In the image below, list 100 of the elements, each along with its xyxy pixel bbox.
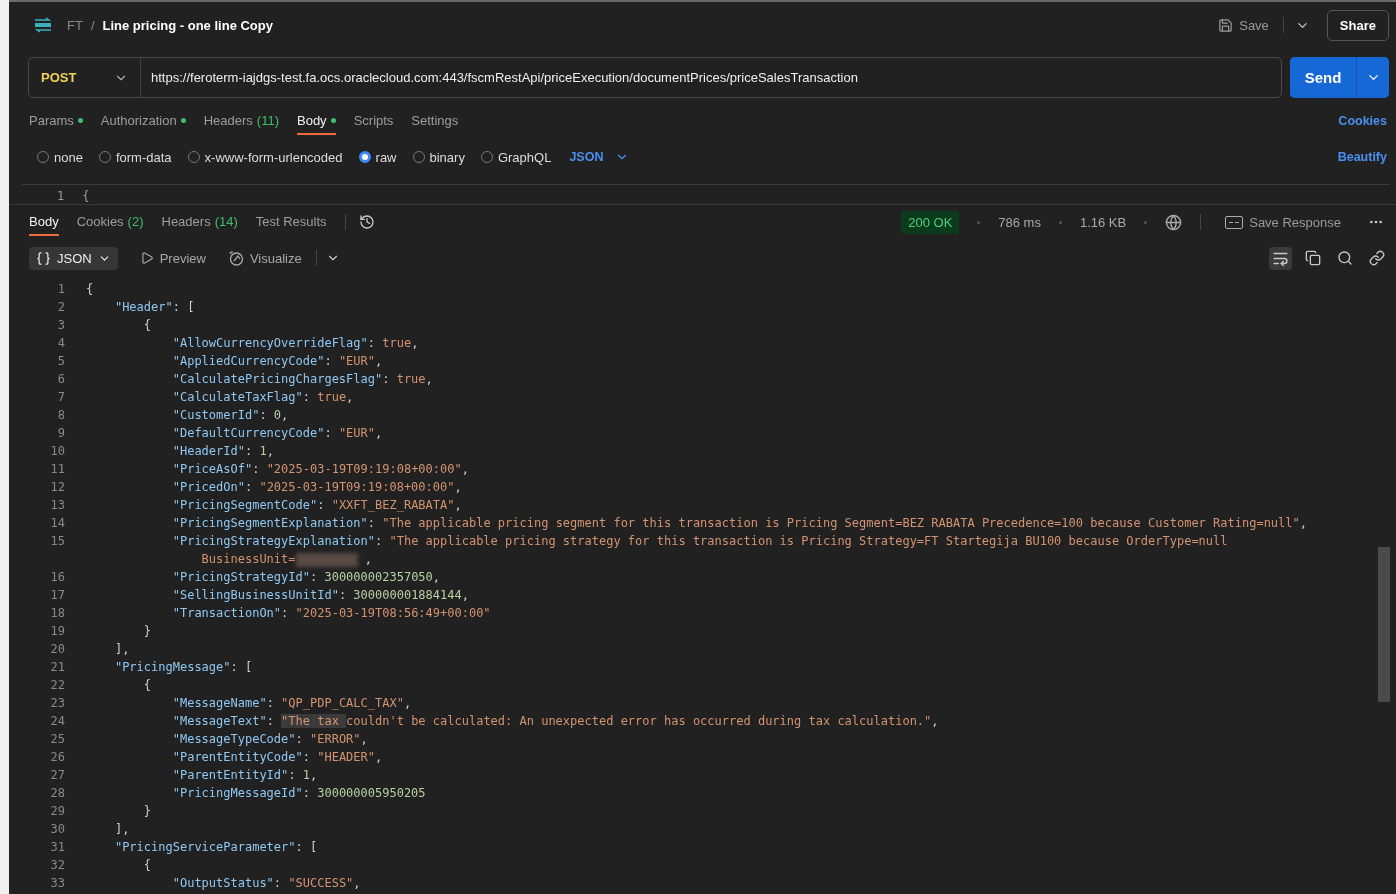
code-line: "TransactionOn": "2025-03-19T08:56:49+00:00" (171, 605, 491, 622)
line-number: 15 (49, 533, 65, 550)
save-response-button[interactable]: Save Response (1219, 210, 1347, 234)
line-number: 3 (56, 317, 65, 334)
beautify-link[interactable]: Beautify (1337, 150, 1387, 164)
line-number: 6 (56, 371, 65, 388)
request-title[interactable]: Line pricing - one line Copy (102, 17, 273, 33)
line-number: 11 (49, 461, 65, 478)
code-line: "AllowCurrencyOverrideFlag": true, (171, 335, 419, 352)
request-tab[interactable]: Authorization (100, 107, 186, 135)
line-number: 13 (49, 497, 65, 514)
code-line: "PricingSegmentExplanation": "The applicable pricing segment for this transaction is Pricing Segment=BEZ RABATA Precedence=100 because Customer Rating=null", (171, 515, 1307, 532)
cookies-link[interactable]: Cookies (1338, 114, 1387, 128)
redacted-value (295, 552, 358, 567)
code-line: } (142, 803, 152, 820)
line-number: 17 (49, 587, 65, 604)
line-number: 28 (49, 785, 65, 802)
line-number: 16 (49, 569, 65, 586)
example-icon (1225, 215, 1244, 229)
code-line: "CalculateTaxFlag": true, (171, 389, 354, 406)
code-line: "CalculatePricingChargesFlag": true, (171, 371, 433, 388)
share-button[interactable]: Share (1326, 9, 1389, 41)
http-request-icon (33, 17, 53, 33)
line-number: 18 (49, 605, 65, 622)
code-line: BusinessUnit= , (200, 551, 372, 568)
body-type-radio[interactable]: GraphQL (480, 149, 552, 165)
line-number: 25 (49, 731, 65, 748)
line-number: 20 (49, 641, 65, 658)
body-type-radio[interactable]: binary (412, 149, 465, 165)
code-line: "PriceAsOf": "2025-03-19T09:19:08+00:00", (171, 461, 469, 478)
code-line: ], (113, 821, 130, 838)
code-line: { (142, 857, 152, 874)
method-dropdown[interactable]: POST (29, 58, 141, 97)
code-line: { (86, 281, 94, 298)
play-icon (139, 251, 154, 265)
request-tab[interactable]: Body (297, 107, 336, 135)
response-tab[interactable]: Headers (14) (161, 208, 238, 236)
response-tab[interactable]: Cookies (2) (76, 208, 144, 236)
code-line: "Header": [ (113, 299, 195, 316)
line-number: 32 (49, 857, 65, 874)
line-number: 33 (49, 875, 65, 892)
line-number: 1 (57, 189, 65, 204)
line-number: 31 (49, 839, 65, 856)
request-tab[interactable]: Settings (411, 107, 459, 135)
code-line: "CustomerId": 0, (171, 407, 289, 424)
line-number: 10 (49, 443, 65, 460)
line-number: 21 (49, 659, 65, 676)
body-type-radio[interactable]: form-data (98, 149, 172, 165)
code-line: "ParentEntityId": 1, (171, 767, 318, 784)
code-line: "MessageText": "The tax couldn't be calculated: An unexpected error has occurred during tax calculation.", (171, 713, 939, 730)
body-type-radio[interactable]: none (37, 149, 83, 165)
line-number: 1 (56, 281, 65, 298)
line-number: 12 (49, 479, 65, 496)
globe-icon[interactable] (1165, 213, 1183, 231)
breadcrumb-separator: / (90, 17, 95, 33)
body-type-radio[interactable]: raw (358, 149, 397, 165)
line-number: 29 (49, 803, 65, 820)
visualize-icon (227, 250, 244, 266)
line-number: 30 (49, 821, 65, 838)
request-tab[interactable]: Scripts (353, 107, 394, 135)
url-bar[interactable]: POST https://feroterm-iajdgs-test.fa.ocs.oraclecloud.com:443/fscmRestApi/priceExecution/documentPrices/priceSalesTransaction (28, 57, 1282, 98)
response-time: 786 ms (998, 214, 1041, 230)
line-number: 23 (49, 695, 65, 712)
request-tab[interactable]: Params (29, 107, 83, 135)
visualize-button[interactable]: Visualize (219, 246, 310, 270)
line-number: 26 (49, 749, 65, 766)
response-tab[interactable]: Test Results (255, 208, 327, 236)
code-line: "AppliedCurrencyCode": "EUR", (171, 353, 383, 370)
line-number: 4 (56, 335, 65, 352)
code-line: "OutputStatus": "SUCCESS", (171, 875, 361, 892)
line-number: 7 (56, 389, 65, 406)
line-number: 2 (56, 299, 65, 316)
response-tab[interactable]: Body (29, 208, 59, 236)
code-line: "HeaderId": 1, (171, 443, 274, 460)
code-line: "PricedOn": "2025-03-19T09:19:08+00:00", (171, 479, 462, 496)
wrap-text-icon[interactable] (1269, 246, 1292, 270)
code-line: "PricingStrategyExplanation": "The applicable pricing strategy for this transaction is Pricing Strategy=FT Startegija BU100 because OrderType=null (171, 533, 1228, 550)
request-tab[interactable]: Headers (11) (203, 107, 279, 135)
format-dropdown[interactable]: JSON (563, 149, 636, 165)
url-field[interactable]: https://feroterm-iajdgs-test.fa.ocs.oraclecloud.com:443/fscmRestApi/priceExecution/documentPrices/priceSalesTransaction (141, 70, 1281, 85)
save-button[interactable]: Save (1212, 13, 1275, 37)
code-line: "MessageTypeCode": "ERROR", (171, 731, 368, 748)
line-number: 19 (49, 623, 65, 640)
line-number: 22 (49, 677, 65, 694)
braces-icon (36, 250, 51, 266)
code-line: { (142, 317, 152, 334)
code-line: "DefaultCurrencyCode": "EUR", (171, 425, 383, 442)
save-icon (1218, 17, 1234, 33)
send-button[interactable]: Send (1290, 57, 1357, 98)
preview-button[interactable]: Preview (131, 246, 214, 270)
line-number: 5 (56, 353, 65, 370)
code-line: "PricingStrategyId": 300000002357050, (171, 569, 441, 586)
workspace-name[interactable]: FT (67, 17, 83, 33)
code-line: "SellingBusinessUnitId": 300000001884144, (171, 587, 469, 604)
line-number: 24 (49, 713, 65, 730)
line-number: 9 (56, 425, 65, 442)
scrollbar[interactable] (1378, 547, 1390, 702)
code-line: { (142, 677, 152, 694)
body-type-radio[interactable]: x-www-form-urlencoded (187, 149, 343, 165)
json-format-dropdown[interactable]: JSON (29, 246, 118, 270)
